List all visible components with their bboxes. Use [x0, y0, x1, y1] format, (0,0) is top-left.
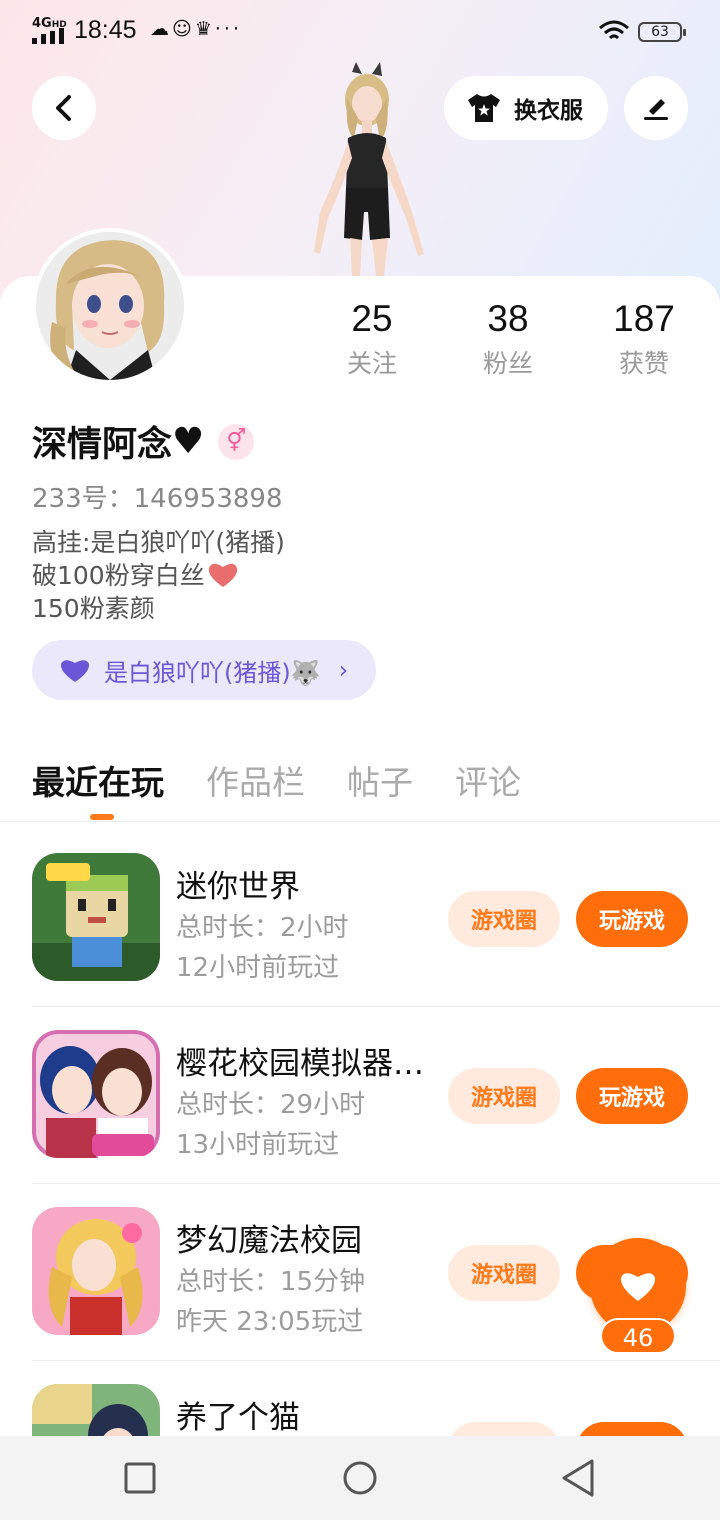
chevron-left-icon: [56, 95, 71, 121]
home-icon[interactable]: [342, 1460, 378, 1496]
tab-recently-played[interactable]: 最近在玩: [32, 756, 164, 816]
stat-following-value: 25: [351, 298, 393, 339]
game-row-raise-a-cat[interactable]: 养了个猫: [32, 1384, 720, 1436]
like-count-badge: 46: [600, 1318, 676, 1354]
game-last-played: 昨天 23:05玩过: [176, 1307, 364, 1337]
back-button[interactable]: [32, 76, 96, 140]
user-id: 233号：146953898: [32, 484, 283, 514]
game-circle-button[interactable]: 游戏圈: [448, 1245, 560, 1301]
game-title: 迷你世界: [176, 869, 300, 905]
username: 深情阿念: [32, 425, 173, 465]
avatar[interactable]: [32, 228, 188, 384]
tab-comments[interactable]: 评论: [455, 756, 521, 816]
game-icon-magic-school: [32, 1207, 160, 1335]
edit-profile-button[interactable]: [624, 76, 688, 140]
recent-apps-icon[interactable]: [124, 1462, 156, 1494]
status-bar: 4GHD 18:45 ☁☺♛··· 63: [0, 0, 720, 64]
cloud-icon: ☁: [150, 18, 172, 40]
signal-icon: [32, 28, 64, 44]
game-duration: 总时长：29小时: [176, 1090, 366, 1120]
game-circle-button[interactable]: 游戏圈: [448, 1068, 560, 1124]
wifi-icon: [599, 20, 629, 40]
system-navigation-bar: [0, 1436, 720, 1520]
gender-icon: ⚥: [218, 423, 255, 460]
notification-icons: ☁☺♛···: [150, 18, 242, 40]
bio: 高挂:是白狼吖吖(猪播) 破100粉穿白丝 150粉素颜: [32, 526, 285, 625]
game-circle-button[interactable]: 游戏圈: [448, 891, 560, 947]
fan-group-tag[interactable]: 是白狼吖吖(猪播)🐺 ›: [32, 640, 377, 700]
game-duration: 总时长：15分钟: [176, 1267, 366, 1297]
avatar-image: [36, 232, 184, 380]
clock: 18:45: [74, 16, 137, 44]
game-title: 樱花校园模拟器…: [176, 1046, 424, 1082]
heart-icon: [60, 660, 90, 682]
profile-name: 深情阿念 ♥ ⚥: [32, 416, 255, 467]
game-icon-mini-world: [32, 853, 160, 981]
stat-following[interactable]: 25 关注: [312, 298, 432, 380]
tab-works[interactable]: 作品栏: [206, 756, 305, 816]
active-tab-indicator: [90, 814, 114, 820]
game-title: 养了个猫: [176, 1400, 300, 1436]
bio-line: 150粉素颜: [32, 594, 155, 623]
play-game-button[interactable]: [576, 1422, 688, 1436]
fan-group-label: 是白狼吖吖(猪播)🐺: [104, 658, 321, 687]
stat-followers-label: 粉丝: [482, 349, 533, 378]
back-nav-icon[interactable]: [560, 1458, 596, 1498]
shirt-icon: [468, 94, 500, 122]
play-game-button[interactable]: 玩游戏: [576, 1068, 688, 1124]
wechat-icon: ☺: [172, 18, 195, 40]
game-icon-raise-a-cat: [32, 1384, 160, 1436]
game-icon-sakura-school: [32, 1030, 160, 1158]
battery-indicator: 63: [638, 22, 686, 42]
stat-likes-label: 获赞: [618, 349, 669, 378]
tabs-divider: [0, 821, 720, 822]
bio-line: 高挂:是白狼吖吖(猪播): [32, 528, 285, 557]
change-outfit-label: 换衣服: [514, 98, 583, 124]
change-outfit-button[interactable]: 换衣服: [444, 76, 608, 140]
bio-line: 破100粉穿白丝: [32, 559, 285, 592]
stat-followers-value: 38: [487, 298, 529, 339]
game-last-played: 12小时前玩过: [176, 953, 340, 983]
game-circle-button[interactable]: [448, 1422, 560, 1436]
heart-emoji: ♥: [172, 421, 205, 462]
chevron-right-icon: ›: [338, 656, 349, 684]
stat-following-label: 关注: [346, 349, 397, 378]
tab-posts[interactable]: 帖子: [347, 756, 413, 816]
game-title: 梦幻魔法校园: [176, 1223, 362, 1259]
stat-likes-value: 187: [613, 298, 675, 339]
play-game-button[interactable]: 玩游戏: [576, 891, 688, 947]
crown-icon: ♛: [194, 18, 215, 40]
more-icon: ···: [214, 18, 242, 40]
game-last-played: 13小时前玩过: [176, 1130, 340, 1160]
heart-icon: [620, 1273, 656, 1301]
game-duration: 总时长：2小时: [176, 913, 349, 943]
heart-emoji-icon: [208, 563, 237, 587]
character-model-image: [314, 62, 424, 276]
stat-likes[interactable]: 187 获赞: [584, 298, 704, 380]
stat-followers[interactable]: 38 粉丝: [448, 298, 568, 380]
pen-icon: [644, 99, 668, 120]
game-row-sakura-school[interactable]: 樱花校园模拟器… 总时长：29小时 13小时前玩过 游戏圈 玩游戏: [32, 1030, 720, 1184]
game-row-mini-world[interactable]: 迷你世界 总时长：2小时 12小时前玩过 游戏圈 玩游戏: [32, 853, 720, 1007]
content-tabs: 最近在玩 作品栏 帖子 评论: [32, 756, 563, 816]
